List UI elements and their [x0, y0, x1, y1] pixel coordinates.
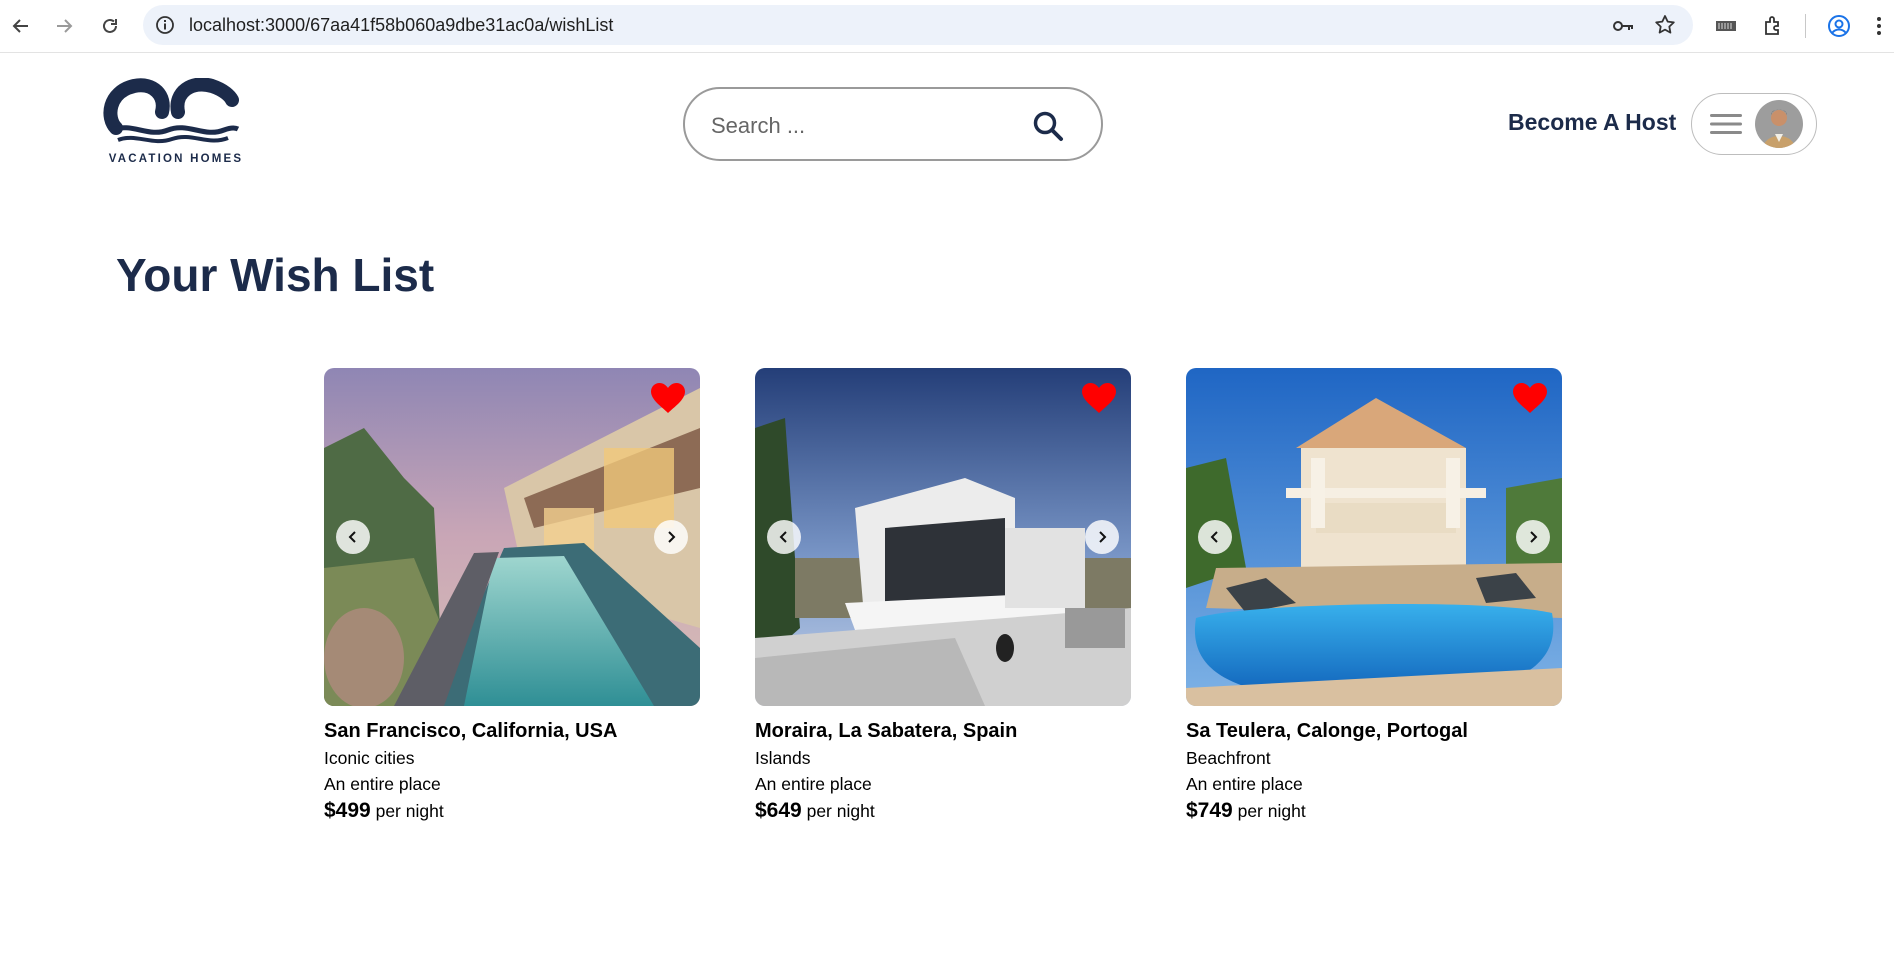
listing-photo[interactable]	[1186, 368, 1562, 706]
address-bar[interactable]: localhost:3000/67aa41f58b060a9dbe31ac0a/…	[143, 5, 1693, 45]
listing-image	[324, 368, 700, 706]
chevron-left-icon	[779, 531, 787, 543]
listing-card[interactable]: Moraira, La Sabatera, Spain Islands An e…	[755, 368, 1131, 823]
listing-image	[755, 368, 1131, 706]
reload-icon[interactable]	[97, 13, 123, 39]
price-suffix: per night	[1237, 801, 1306, 821]
search-icon[interactable]	[1031, 109, 1065, 143]
price-amount: $649	[755, 799, 802, 822]
listing-category: Beachfront	[1186, 748, 1271, 768]
price-amount: $749	[1186, 799, 1233, 822]
bookmark-star-icon[interactable]	[1653, 13, 1677, 37]
listing-photo[interactable]	[755, 368, 1131, 706]
listing-card[interactable]: San Francisco, California, USA Iconic ci…	[324, 368, 700, 823]
url-text[interactable]: localhost:3000/67aa41f58b060a9dbe31ac0a/…	[189, 15, 613, 36]
chevron-right-icon	[668, 531, 676, 543]
logo-mark-icon	[103, 77, 240, 144]
listing-location[interactable]: Moraira, La Sabatera, Spain	[755, 720, 1131, 743]
next-image-button[interactable]	[1085, 520, 1119, 554]
price-suffix: per night	[806, 801, 875, 821]
favorite-heart-icon[interactable]	[650, 382, 686, 414]
listing-type: An entire place	[324, 774, 441, 794]
page-title: Your Wish List	[116, 249, 435, 301]
logo-text: VACATION HOMES	[108, 153, 244, 165]
hamburger-menu-icon	[1710, 114, 1742, 134]
chevron-left-icon	[348, 531, 356, 543]
listing-type: An entire place	[755, 774, 872, 794]
listing-location[interactable]: Sa Teulera, Calonge, Portogal	[1186, 720, 1562, 743]
price-suffix: per night	[375, 801, 444, 821]
browser-toolbar: localhost:3000/67aa41f58b060a9dbe31ac0a/…	[0, 0, 1894, 53]
listing-price: $749 per night	[1186, 799, 1562, 823]
avatar	[1755, 100, 1803, 148]
listing-type: An entire place	[1186, 774, 1303, 794]
listing-price: $499 per night	[324, 799, 700, 823]
search-input[interactable]	[709, 107, 1013, 145]
price-amount: $499	[324, 799, 371, 822]
listing-card[interactable]: Sa Teulera, Calonge, Portogal Beachfront…	[1186, 368, 1562, 823]
site-info-icon[interactable]	[153, 13, 177, 37]
chevron-left-icon	[1210, 531, 1218, 543]
previous-image-button[interactable]	[767, 520, 801, 554]
previous-image-button[interactable]	[1198, 520, 1232, 554]
listing-price: $649 per night	[755, 799, 1131, 823]
password-key-icon[interactable]	[1611, 14, 1635, 38]
listing-location[interactable]: San Francisco, California, USA	[324, 720, 700, 743]
extensions-puzzle-icon[interactable]	[1760, 13, 1786, 39]
listing-category: Islands	[755, 748, 811, 768]
favorite-heart-icon[interactable]	[1081, 382, 1117, 414]
barcode-extension-icon[interactable]	[1713, 13, 1739, 39]
favorite-heart-icon[interactable]	[1512, 382, 1548, 414]
logo[interactable]: VACATION HOMES	[96, 77, 256, 168]
next-image-button[interactable]	[1516, 520, 1550, 554]
chevron-right-icon	[1099, 531, 1107, 543]
listing-image	[1186, 368, 1562, 706]
user-menu-button[interactable]	[1691, 93, 1817, 155]
listing-photo[interactable]	[324, 368, 700, 706]
back-icon[interactable]	[8, 13, 34, 39]
next-image-button[interactable]	[654, 520, 688, 554]
previous-image-button[interactable]	[336, 520, 370, 554]
chevron-right-icon	[1530, 531, 1538, 543]
listing-category: Iconic cities	[324, 748, 415, 768]
profile-icon[interactable]	[1826, 13, 1852, 39]
search-bar[interactable]	[683, 87, 1103, 161]
forward-icon[interactable]	[51, 13, 77, 39]
become-host-link[interactable]: Become A Host	[1508, 109, 1676, 136]
more-vert-icon[interactable]	[1870, 13, 1888, 39]
toolbar-divider	[1805, 14, 1806, 38]
